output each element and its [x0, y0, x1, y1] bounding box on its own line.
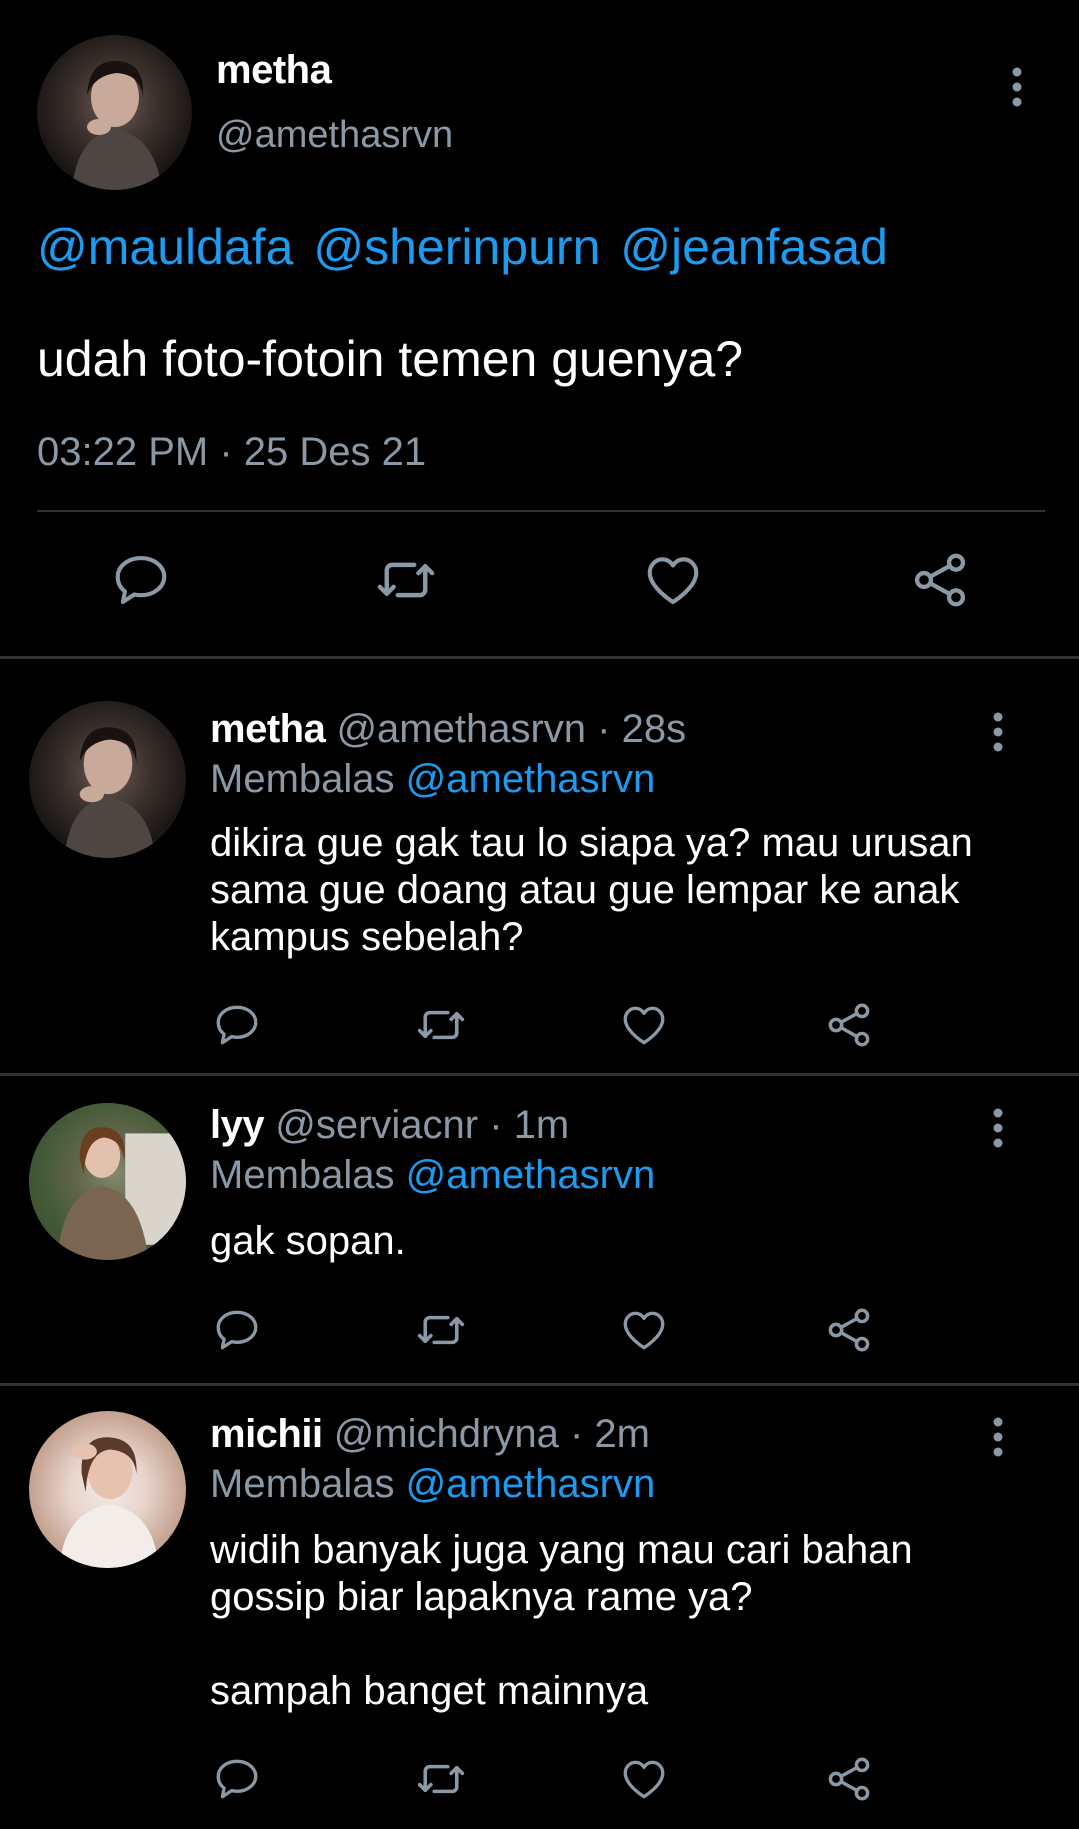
like-icon[interactable]: [614, 995, 674, 1055]
mention-link[interactable]: @jeanfasad: [620, 219, 888, 275]
avatar-photo: [72, 60, 162, 190]
replying-label: Membalas: [210, 1462, 395, 1506]
avatar[interactable]: [29, 701, 186, 858]
main-tweet: metha @amethasrvn @mauldafa @sherinpurn …: [0, 0, 1079, 657]
author-name[interactable]: michii: [210, 1412, 323, 1456]
reply-text: dikira gue gak tau lo siapa ya? mau urus…: [210, 821, 984, 959]
author-handle[interactable]: @amethasrvn: [216, 114, 453, 157]
divider: [37, 510, 1045, 512]
tweet-actions: [0, 545, 1079, 625]
tweet-text: udah foto-fotoin temen guenya?: [37, 331, 744, 387]
reply-icon[interactable]: [207, 1300, 267, 1360]
reply-time[interactable]: 2m: [594, 1412, 650, 1456]
author-name[interactable]: metha: [210, 707, 326, 751]
share-icon[interactable]: [905, 545, 975, 615]
avatar[interactable]: [29, 1103, 186, 1260]
reply-icon[interactable]: [207, 995, 267, 1055]
reply-text: gak sopan.: [210, 1219, 406, 1263]
replying-to: Membalas @amethasrvn: [210, 1462, 655, 1507]
reply-icon[interactable]: [106, 545, 176, 615]
retweet-icon[interactable]: [411, 1749, 471, 1809]
mentions: @mauldafa @sherinpurn @jeanfasad: [37, 218, 894, 276]
reply-tweet[interactable]: metha @amethasrvn · 28s Membalas @ametha…: [0, 659, 1079, 1073]
like-icon[interactable]: [614, 1749, 674, 1809]
reply-icon[interactable]: [207, 1749, 267, 1809]
reply-tweet[interactable]: lyy @serviacnr · 1m Membalas @amethasrvn…: [0, 1076, 1079, 1383]
mention-link[interactable]: @amethasrvn: [406, 1153, 656, 1197]
author-name[interactable]: lyy: [210, 1103, 265, 1147]
author-name[interactable]: metha: [216, 48, 332, 93]
retweet-icon[interactable]: [371, 545, 441, 615]
separator-dot: ·: [489, 1103, 503, 1147]
separator-dot: ·: [569, 1412, 584, 1456]
share-icon[interactable]: [819, 1300, 879, 1360]
avatar[interactable]: [29, 1411, 186, 1568]
separator-dot: ·: [597, 707, 611, 751]
more-options-icon[interactable]: [983, 1412, 1013, 1462]
tweet-actions: [0, 1300, 1079, 1360]
avatar[interactable]: [37, 35, 192, 190]
reply-tweet[interactable]: michii @michdryna · 2m Membalas @amethas…: [0, 1386, 1079, 1829]
reply-time[interactable]: 1m: [514, 1103, 570, 1147]
more-options-icon[interactable]: [983, 1103, 1013, 1153]
tweet-timestamp[interactable]: 03:22 PM · 25 Des 21: [37, 430, 426, 475]
retweet-icon[interactable]: [411, 995, 471, 1055]
more-options-icon[interactable]: [1002, 62, 1032, 112]
replying-label: Membalas: [210, 1153, 395, 1197]
more-options-icon[interactable]: [983, 707, 1013, 757]
replying-to: Membalas @amethasrvn: [210, 1153, 655, 1198]
retweet-icon[interactable]: [411, 1300, 471, 1360]
mention-link[interactable]: @mauldafa: [37, 219, 293, 275]
like-icon[interactable]: [614, 1300, 674, 1360]
mention-link[interactable]: @sherinpurn: [313, 219, 600, 275]
share-icon[interactable]: [819, 995, 879, 1055]
author-handle[interactable]: @serviacnr: [275, 1103, 478, 1147]
reply-time[interactable]: 28s: [622, 707, 687, 751]
tweet-detail-page: metha @amethasrvn @mauldafa @sherinpurn …: [0, 0, 1079, 1829]
reply-header: lyy @serviacnr · 1m: [210, 1103, 569, 1148]
replying-label: Membalas: [210, 757, 395, 801]
share-icon[interactable]: [819, 1749, 879, 1809]
author-handle[interactable]: @michdryna: [334, 1412, 559, 1456]
like-icon[interactable]: [638, 545, 708, 615]
mention-link[interactable]: @amethasrvn: [406, 1462, 656, 1506]
mention-link[interactable]: @amethasrvn: [406, 757, 656, 801]
author-handle[interactable]: @amethasrvn: [336, 707, 586, 751]
reply-header: michii @michdryna · 2m: [210, 1412, 650, 1457]
reply-header: metha @amethasrvn · 28s: [210, 707, 686, 752]
avatar-photo: [29, 1103, 186, 1260]
tweet-actions: [0, 995, 1079, 1055]
tweet-actions: [0, 1749, 1079, 1809]
avatar-photo: [64, 727, 156, 858]
reply-text: widih banyak juga yang mau cari bahan go…: [210, 1528, 913, 1713]
avatar-photo: [59, 1437, 159, 1568]
replying-to: Membalas @amethasrvn: [210, 757, 655, 802]
